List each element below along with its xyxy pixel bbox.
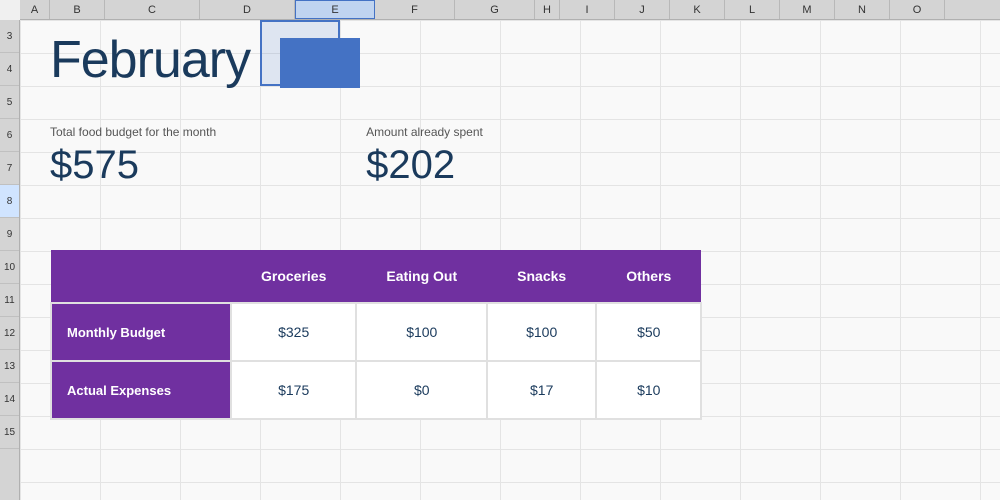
row-num-5: 5 — [0, 86, 19, 119]
table-row-actual-expenses: Actual Expenses $175 $0 $17 $10 — [51, 361, 701, 419]
budget-label: Total food budget for the month — [50, 125, 216, 139]
month-title: February — [50, 30, 250, 90]
row-num-4: 4 — [0, 53, 19, 86]
col-header-j: J — [615, 0, 670, 19]
row-num-8: 8 — [0, 185, 19, 218]
spent-value: $202 — [366, 143, 483, 188]
color-swatch — [280, 38, 360, 88]
row-num-12: 12 — [0, 317, 19, 350]
col-header-n: N — [835, 0, 890, 19]
table-header-others: Others — [596, 250, 701, 303]
actual-expenses-label: Actual Expenses — [51, 361, 231, 419]
row-num-6: 6 — [0, 119, 19, 152]
row-num-11: 11 — [0, 284, 19, 317]
table-section: Groceries Eating Out Snacks Others Month… — [50, 250, 702, 420]
table-header-snacks: Snacks — [487, 250, 596, 303]
table-header-eating-out: Eating Out — [356, 250, 487, 303]
actual-expenses-others: $10 — [596, 361, 701, 419]
monthly-budget-label: Monthly Budget — [51, 303, 231, 361]
table-header-row: Groceries Eating Out Snacks Others — [51, 250, 701, 303]
col-header-d: D — [200, 0, 295, 19]
col-header-m: M — [780, 0, 835, 19]
monthly-budget-groceries: $325 — [231, 303, 356, 361]
spent-stat-block: Amount already spent $202 — [366, 125, 483, 188]
row-numbers: 3 4 5 6 7 8 9 10 11 12 13 14 15 — [0, 20, 20, 500]
col-header-f: F — [375, 0, 455, 19]
row-num-7: 7 — [0, 152, 19, 185]
row-num-10: 10 — [0, 251, 19, 284]
table-row-monthly-budget: Monthly Budget $325 $100 $100 $50 — [51, 303, 701, 361]
col-header-b: B — [50, 0, 105, 19]
stats-section: Total food budget for the month $575 Amo… — [50, 125, 483, 188]
col-header-i: I — [560, 0, 615, 19]
spreadsheet: A B C D E F G H I J K L M N O 3 4 5 6 7 … — [0, 0, 1000, 500]
col-header-g: G — [455, 0, 535, 19]
col-headers: A B C D E F G H I J K L M N O — [20, 0, 1000, 20]
col-header-h: H — [535, 0, 560, 19]
table-header-empty — [51, 250, 231, 303]
table-header-groceries: Groceries — [231, 250, 356, 303]
col-header-c: C — [105, 0, 200, 19]
col-header-a: A — [20, 0, 50, 19]
actual-expenses-groceries: $175 — [231, 361, 356, 419]
row-num-3: 3 — [0, 20, 19, 53]
row-num-9: 9 — [0, 218, 19, 251]
spent-label: Amount already spent — [366, 125, 483, 139]
spreadsheet-body: 3 4 5 6 7 8 9 10 11 12 13 14 15 February — [0, 20, 1000, 500]
row-num-14: 14 — [0, 383, 19, 416]
monthly-budget-eating-out: $100 — [356, 303, 487, 361]
monthly-budget-others: $50 — [596, 303, 701, 361]
actual-expenses-eating-out: $0 — [356, 361, 487, 419]
budget-table: Groceries Eating Out Snacks Others Month… — [50, 250, 702, 420]
col-header-o: O — [890, 0, 945, 19]
header-section: February — [50, 30, 360, 90]
row-num-13: 13 — [0, 350, 19, 383]
budget-value: $575 — [50, 143, 216, 188]
row-num-15: 15 — [0, 416, 19, 449]
monthly-budget-snacks: $100 — [487, 303, 596, 361]
actual-expenses-snacks: $17 — [487, 361, 596, 419]
col-header-k: K — [670, 0, 725, 19]
grid-area[interactable]: February Total food budget for the month… — [20, 20, 1000, 500]
col-header-e[interactable]: E — [295, 0, 375, 19]
col-header-l: L — [725, 0, 780, 19]
budget-stat-block: Total food budget for the month $575 — [50, 125, 216, 188]
